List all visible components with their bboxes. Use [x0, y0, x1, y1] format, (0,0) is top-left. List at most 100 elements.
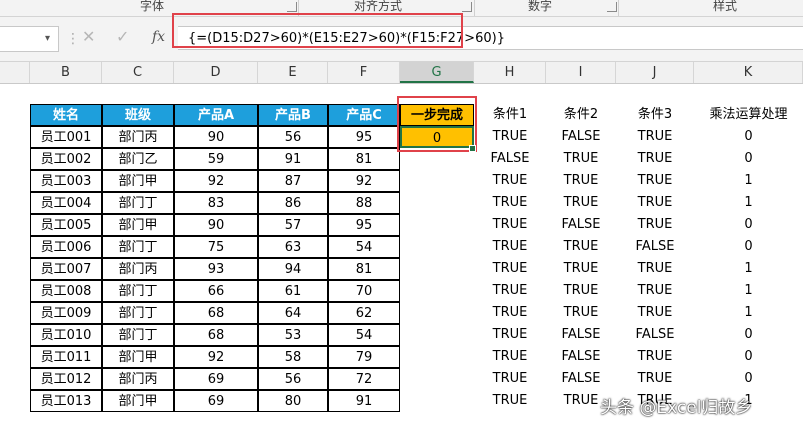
table-cell[interactable]: 部门丙	[102, 368, 174, 390]
table-cell[interactable]: 80	[258, 390, 328, 412]
table-cell[interactable]: 63	[258, 236, 328, 258]
table-cell[interactable]: TRUE	[474, 236, 546, 258]
column-header-g[interactable]: G	[400, 62, 474, 83]
chevron-down-icon[interactable]: ▾	[45, 33, 50, 44]
table-cell[interactable]: 88	[328, 192, 400, 214]
table-cell[interactable]: 0	[694, 346, 803, 368]
table-cell[interactable]: TRUE	[616, 192, 694, 214]
select-all-corner[interactable]	[0, 62, 30, 83]
table-cell[interactable]: TRUE	[616, 170, 694, 192]
font-dialog-launcher-icon[interactable]	[287, 2, 297, 12]
table-cell[interactable]: 1	[694, 170, 803, 192]
table-cell[interactable]: 员工007	[30, 258, 102, 280]
table-cell[interactable]: 95	[328, 214, 400, 236]
table-cell[interactable]: 部门丙	[102, 126, 174, 148]
column-header-b[interactable]: B	[30, 62, 102, 83]
table-cell[interactable]: TRUE	[546, 148, 616, 170]
table-cell[interactable]: TRUE	[616, 368, 694, 390]
table-cell[interactable]: 0	[694, 126, 803, 148]
table-cell[interactable]: 员工011	[30, 346, 102, 368]
table-cell[interactable]: 68	[174, 324, 258, 346]
table-cell[interactable]: TRUE	[474, 390, 546, 412]
table-cell[interactable]: 部门甲	[102, 390, 174, 412]
table-cell[interactable]: 75	[174, 236, 258, 258]
table-cell[interactable]: 70	[328, 280, 400, 302]
table-cell[interactable]: TRUE	[546, 170, 616, 192]
table-cell[interactable]: TRUE	[474, 302, 546, 324]
table-cell[interactable]: 68	[174, 302, 258, 324]
number-dialog-launcher-icon[interactable]	[607, 2, 617, 12]
table-cell[interactable]: 54	[328, 324, 400, 346]
table-cell[interactable]: FALSE	[546, 126, 616, 148]
table-cell[interactable]: 部门甲	[102, 346, 174, 368]
table-cell[interactable]: 员工006	[30, 236, 102, 258]
table-cell[interactable]: 91	[328, 390, 400, 412]
table-cell[interactable]: 0	[694, 324, 803, 346]
table-cell[interactable]: 79	[328, 346, 400, 368]
table-cell[interactable]: 部门乙	[102, 148, 174, 170]
table-cell[interactable]: TRUE	[546, 302, 616, 324]
table-cell[interactable]: 59	[174, 148, 258, 170]
table-cell[interactable]: 56	[258, 368, 328, 390]
table-cell[interactable]: 0	[694, 214, 803, 236]
table-cell[interactable]: 0	[694, 236, 803, 258]
table-cell[interactable]: FALSE	[546, 214, 616, 236]
table-cell[interactable]: 58	[258, 346, 328, 368]
table-cell[interactable]: TRUE	[616, 346, 694, 368]
fill-handle[interactable]	[469, 145, 476, 152]
table-cell[interactable]: TRUE	[546, 280, 616, 302]
header-cell-cond1[interactable]: 条件1	[474, 104, 546, 126]
table-cell[interactable]: TRUE	[616, 126, 694, 148]
table-cell[interactable]: 72	[328, 368, 400, 390]
table-cell[interactable]: TRUE	[474, 368, 546, 390]
column-header-e[interactable]: E	[258, 62, 328, 83]
table-cell[interactable]: FALSE	[474, 148, 546, 170]
table-cell[interactable]: 64	[258, 302, 328, 324]
table-cell[interactable]: 93	[174, 258, 258, 280]
column-header-c[interactable]: C	[102, 62, 174, 83]
table-cell[interactable]: TRUE	[474, 324, 546, 346]
table-cell[interactable]: FALSE	[546, 346, 616, 368]
table-cell[interactable]: 部门甲	[102, 214, 174, 236]
table-cell[interactable]: TRUE	[474, 280, 546, 302]
table-cell[interactable]: 66	[174, 280, 258, 302]
table-cell[interactable]: 员工012	[30, 368, 102, 390]
table-cell[interactable]: TRUE	[474, 192, 546, 214]
table-cell[interactable]: 员工004	[30, 192, 102, 214]
table-cell[interactable]: TRUE	[474, 126, 546, 148]
table-cell[interactable]: 81	[328, 258, 400, 280]
table-cell[interactable]: 部门丁	[102, 280, 174, 302]
table-cell[interactable]: 69	[174, 368, 258, 390]
table-cell[interactable]: 53	[258, 324, 328, 346]
column-header-d[interactable]: D	[174, 62, 258, 83]
header-cell-name[interactable]: 姓名	[30, 104, 102, 126]
header-cell-class[interactable]: 班级	[102, 104, 174, 126]
table-cell[interactable]: 部门丁	[102, 192, 174, 214]
table-cell[interactable]: FALSE	[616, 324, 694, 346]
name-box[interactable]: ▾	[0, 26, 59, 52]
table-cell[interactable]: 员工013	[30, 390, 102, 412]
table-cell[interactable]: 1	[694, 302, 803, 324]
enter-icon[interactable]: ✓	[116, 27, 129, 46]
cancel-icon[interactable]: ✕	[82, 27, 95, 46]
table-cell[interactable]: 92	[174, 346, 258, 368]
table-cell[interactable]: 87	[258, 170, 328, 192]
table-cell[interactable]: 57	[258, 214, 328, 236]
table-cell[interactable]: 95	[328, 126, 400, 148]
table-cell[interactable]: FALSE	[546, 368, 616, 390]
table-cell[interactable]: 0	[694, 368, 803, 390]
table-cell[interactable]: 部门丁	[102, 302, 174, 324]
table-cell[interactable]: 员工009	[30, 302, 102, 324]
table-cell[interactable]: 员工003	[30, 170, 102, 192]
table-cell[interactable]: 91	[258, 148, 328, 170]
table-cell[interactable]: TRUE	[616, 214, 694, 236]
table-cell[interactable]: 员工008	[30, 280, 102, 302]
table-cell[interactable]: 61	[258, 280, 328, 302]
table-cell[interactable]: 员工001	[30, 126, 102, 148]
table-cell[interactable]: 94	[258, 258, 328, 280]
table-cell[interactable]: 90	[174, 214, 258, 236]
table-cell[interactable]: 83	[174, 192, 258, 214]
header-cell-c[interactable]: 产品C	[328, 104, 400, 126]
table-cell[interactable]: TRUE	[616, 280, 694, 302]
table-cell[interactable]: 部门丁	[102, 324, 174, 346]
